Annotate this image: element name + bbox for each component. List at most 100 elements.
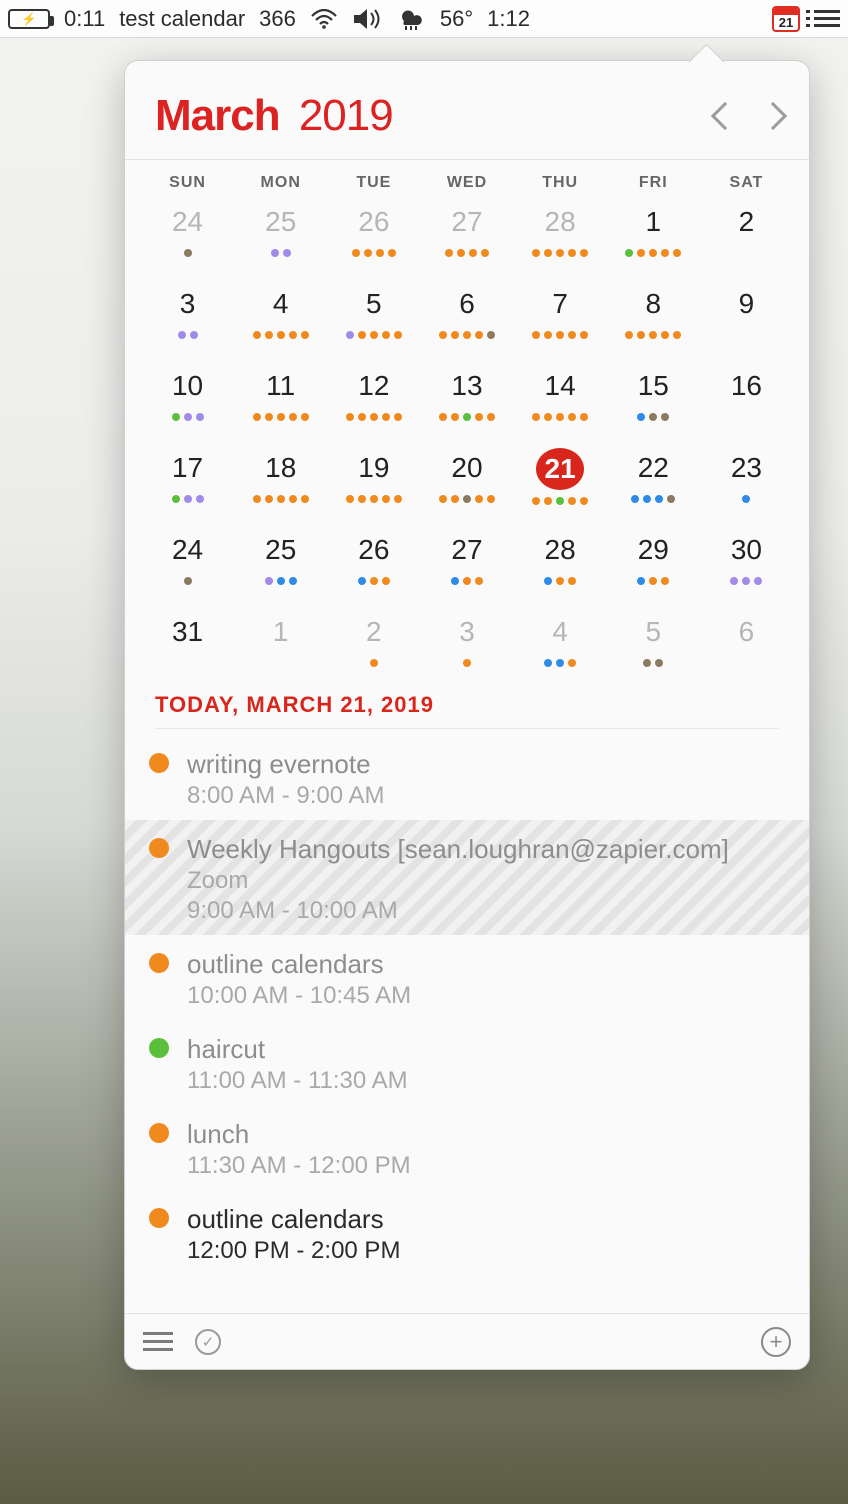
calendar-day[interactable]: 25 [234,530,327,588]
event-row[interactable]: outline calendars10:00 AM - 10:45 AM [125,935,809,1020]
weather-icon[interactable] [396,0,426,38]
event-row[interactable]: Weekly Hangouts [sean.loughran@zapier.co… [125,820,809,935]
notification-badge[interactable]: 366 [259,6,296,32]
event-dot [271,249,279,257]
calendar-day[interactable]: 25 [234,202,327,260]
calendar-day[interactable]: 6 [700,612,793,670]
event-row[interactable]: outline calendars12:00 PM - 2:00 PM [125,1190,809,1275]
calendar-day[interactable]: 5 [607,612,700,670]
calendar-day[interactable]: 7 [514,284,607,342]
event-body: lunch11:30 AM - 12:00 PM [187,1119,785,1180]
prev-month-button[interactable] [711,102,739,130]
event-dot [475,413,483,421]
event-dot [532,331,540,339]
calendar-day[interactable]: 11 [234,366,327,424]
calendar-day[interactable]: 12 [327,366,420,424]
calendar-day[interactable]: 5 [327,284,420,342]
event-dots [265,576,297,586]
wifi-icon[interactable] [310,0,338,38]
calendar-day[interactable]: 13 [420,366,513,424]
event-row[interactable]: haircut11:00 AM - 11:30 AM [125,1020,809,1105]
calendar-day[interactable]: 24 [141,530,234,588]
calendar-day[interactable]: 1 [607,202,700,260]
event-dots [544,658,576,668]
event-dot [463,659,471,667]
add-event-button[interactable]: + [761,1327,791,1357]
calendar-day[interactable]: 2 [700,202,793,260]
calendar-day[interactable]: 28 [514,530,607,588]
day-number: 20 [443,448,491,488]
day-number: 4 [257,284,305,324]
calendar-day[interactable]: 31 [141,612,234,670]
weather-temp[interactable]: 56° [440,6,473,32]
calendar-day[interactable]: 20 [420,448,513,506]
calendar-day[interactable]: 14 [514,366,607,424]
event-dot [184,413,192,421]
calendar-day[interactable]: 8 [607,284,700,342]
day-number: 26 [350,530,398,570]
event-dot [649,577,657,585]
event-dot [196,495,204,503]
dow-label: SUN [141,174,234,192]
calendar-day[interactable]: 21 [514,448,607,506]
event-row[interactable]: writing evernote8:00 AM - 9:00 AM [125,735,809,820]
event-dot [394,413,402,421]
event-dot [382,331,390,339]
event-title: Weekly Hangouts [sean.loughran@zapier.co… [187,834,785,865]
calendar-day[interactable]: 27 [420,202,513,260]
calendar-day[interactable]: 17 [141,448,234,506]
event-dot [637,331,645,339]
calendar-day[interactable]: 26 [327,530,420,588]
menu-button[interactable] [143,1332,173,1351]
event-color-dot [149,1208,169,1228]
calendar-day[interactable]: 30 [700,530,793,588]
event-dot [556,497,564,505]
calendar-day[interactable]: 19 [327,448,420,506]
calendar-day[interactable]: 26 [327,202,420,260]
calendar-day[interactable]: 23 [700,448,793,506]
next-month-button[interactable] [759,102,787,130]
event-dots [742,494,750,504]
calendar-day[interactable]: 2 [327,612,420,670]
day-number: 2 [722,202,770,242]
event-dot [730,577,738,585]
event-dots [532,412,588,422]
event-dot [451,495,459,503]
calendar-day[interactable]: 4 [234,284,327,342]
calendar-day[interactable]: 9 [700,284,793,342]
day-number: 22 [629,448,677,488]
day-number: 21 [536,448,584,490]
calendar-title: March 2019 [155,91,393,141]
notification-text[interactable]: test calendar [119,6,245,32]
calendar-day[interactable]: 16 [700,366,793,424]
event-dot [661,413,669,421]
day-number: 5 [629,612,677,652]
event-row[interactable]: lunch11:30 AM - 12:00 PM [125,1105,809,1190]
tasks-button[interactable]: ✓ [195,1329,221,1355]
calendar-day[interactable]: 29 [607,530,700,588]
calendar-day[interactable]: 18 [234,448,327,506]
calendar-day[interactable]: 22 [607,448,700,506]
event-dot [580,331,588,339]
calendar-day[interactable]: 24 [141,202,234,260]
event-dot [544,577,552,585]
calendar-day[interactable]: 3 [420,612,513,670]
calendar-day[interactable]: 4 [514,612,607,670]
list-menubar-icon[interactable] [814,0,840,38]
event-dot [568,249,576,257]
calendar-day[interactable]: 28 [514,202,607,260]
event-dots [544,576,576,586]
calendar-day[interactable]: 6 [420,284,513,342]
event-dot [742,495,750,503]
calendar-day[interactable]: 15 [607,366,700,424]
calendar-day[interactable]: 10 [141,366,234,424]
calendar-day[interactable]: 1 [234,612,327,670]
menubar-clock[interactable]: 1:12 [487,6,530,32]
volume-icon[interactable] [352,0,382,38]
event-body: outline calendars12:00 PM - 2:00 PM [187,1204,785,1265]
event-dot [289,413,297,421]
event-time: 12:00 PM - 2:00 PM [187,1237,785,1265]
calendar-day[interactable]: 3 [141,284,234,342]
calendar-day[interactable]: 27 [420,530,513,588]
calendar-menubar-icon[interactable]: 21 [772,0,800,38]
